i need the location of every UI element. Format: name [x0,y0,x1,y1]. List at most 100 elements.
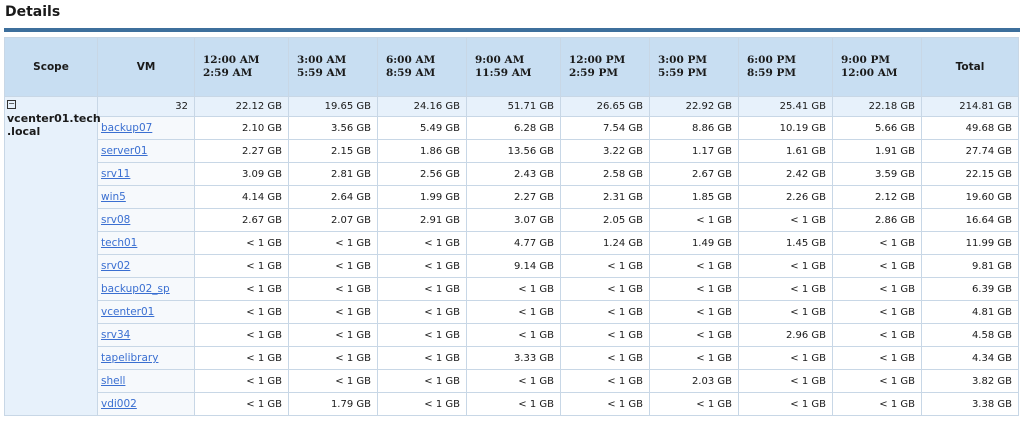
usage-value: < 1 GB [738,277,833,301]
usage-value: < 1 GB [560,277,650,301]
time-range-end: 8:59 AM [386,67,436,79]
table-header-row: Scope VM 12:00 AM 2:59 AM 3:00 AM 5:59 AM 6:… [4,37,1019,97]
vm-link[interactable]: vcenter01 [101,306,154,318]
time-range-end: 11:59 AM [475,67,532,79]
table-row: tapelibrary < 1 GB < 1 GB < 1 GB 3.33 GB < 1 … [5,346,1019,370]
vm-link[interactable]: backup02_sp [101,283,170,295]
usage-value: < 1 GB [560,254,650,278]
table-row: vdi002 < 1 GB 1.79 GB < 1 GB < 1 GB < 1 GB < 1… [5,392,1019,416]
summary-value: 24.16 GB [377,96,467,117]
vm-link[interactable]: tech01 [101,237,137,249]
vm-link[interactable]: srv02 [101,260,130,272]
usage-value: 8.86 GB [649,116,739,140]
usage-value: < 1 GB [738,392,833,416]
table-row: srv08 2.67 GB 2.07 GB 2.91 GB 3.07 GB 2.05 GB… [5,208,1019,232]
vm-link[interactable]: server01 [101,145,148,157]
time-range-start: 12:00 PM [569,54,626,66]
usage-value: 2.56 GB [377,162,467,186]
collapse-toggle-icon[interactable]: − [7,100,16,109]
usage-value: 4.77 GB [466,231,561,255]
time-range-start: 3:00 AM [297,54,347,66]
time-range-end: 5:59 AM [297,67,347,79]
scope-cell: − vcenter01.tech .local [4,96,101,416]
column-header-vm[interactable]: VM [97,37,195,97]
column-header-time-4[interactable]: 12:00 PM 2:59 PM [560,37,650,97]
row-total: 27.74 GB [921,139,1019,163]
usage-value: < 1 GB [649,392,739,416]
row-total: 4.34 GB [921,346,1019,370]
row-total: 11.99 GB [921,231,1019,255]
column-header-time-3[interactable]: 9:00 AM 11:59 AM [466,37,561,97]
table-row: win5 4.14 GB 2.64 GB 1.99 GB 2.27 GB 2.31 GB 1… [5,185,1019,209]
title-divider [4,28,1020,32]
usage-value: 1.49 GB [649,231,739,255]
usage-value: 2.07 GB [288,208,378,232]
vm-cell: tech01 [97,231,195,255]
usage-value: < 1 GB [194,392,289,416]
usage-value: < 1 GB [288,254,378,278]
usage-value: < 1 GB [377,323,467,347]
summary-total: 214.81 GB [921,96,1019,117]
usage-value: < 1 GB [832,277,922,301]
table-row: srv34 < 1 GB < 1 GB < 1 GB < 1 GB < 1 GB < 1 G… [5,323,1019,347]
usage-value: < 1 GB [649,277,739,301]
usage-value: < 1 GB [832,300,922,324]
usage-value: < 1 GB [288,300,378,324]
usage-value: < 1 GB [466,323,561,347]
vm-link[interactable]: shell [101,375,125,387]
vm-link[interactable]: srv34 [101,329,130,341]
usage-value: < 1 GB [377,277,467,301]
vm-link[interactable]: srv11 [101,168,130,180]
usage-value: < 1 GB [560,300,650,324]
usage-value: < 1 GB [194,300,289,324]
summary-value: 25.41 GB [738,96,833,117]
time-range-start: 3:00 PM [658,54,707,66]
vm-link[interactable]: backup07 [101,122,152,134]
time-range-end: 2:59 PM [569,67,618,79]
usage-value: < 1 GB [560,323,650,347]
usage-value: < 1 GB [377,300,467,324]
usage-value: < 1 GB [560,346,650,370]
vm-link[interactable]: tapelibrary [101,352,158,364]
usage-value: 2.42 GB [738,162,833,186]
usage-value: 5.66 GB [832,116,922,140]
usage-value: 2.96 GB [738,323,833,347]
usage-value: 2.91 GB [377,208,467,232]
usage-value: < 1 GB [288,277,378,301]
usage-value: < 1 GB [832,346,922,370]
time-range-end: 2:59 AM [203,67,253,79]
row-total: 6.39 GB [921,277,1019,301]
usage-value: < 1 GB [194,254,289,278]
usage-value: < 1 GB [832,323,922,347]
usage-value: < 1 GB [738,254,833,278]
column-header-time-2[interactable]: 6:00 AM 8:59 AM [377,37,467,97]
usage-value: < 1 GB [377,254,467,278]
vm-link[interactable]: vdi002 [101,398,137,410]
row-total: 22.15 GB [921,162,1019,186]
column-header-time-1[interactable]: 3:00 AM 5:59 AM [288,37,378,97]
column-header-time-0[interactable]: 12:00 AM 2:59 AM [194,37,289,97]
usage-value: 2.27 GB [194,139,289,163]
usage-value: < 1 GB [649,208,739,232]
time-range-end: 12:00 AM [841,67,898,79]
usage-value: 5.49 GB [377,116,467,140]
usage-value: < 1 GB [194,346,289,370]
table-row: srv11 3.09 GB 2.81 GB 2.56 GB 2.43 GB 2.58 GB… [5,162,1019,186]
vm-link[interactable]: win5 [101,191,126,203]
usage-value: 2.58 GB [560,162,650,186]
usage-value: 13.56 GB [466,139,561,163]
vm-cell: win5 [97,185,195,209]
usage-value: 9.14 GB [466,254,561,278]
row-total: 19.60 GB [921,185,1019,209]
usage-value: 2.15 GB [288,139,378,163]
column-header-time-6[interactable]: 6:00 PM 8:59 PM [738,37,833,97]
vm-link[interactable]: srv08 [101,214,130,226]
time-range-start: 12:00 AM [203,54,260,66]
usage-value: 1.45 GB [738,231,833,255]
column-header-time-7[interactable]: 9:00 PM 12:00 AM [832,37,922,97]
column-header-scope[interactable]: Scope [4,37,98,97]
summary-value: 51.71 GB [466,96,561,117]
column-header-total[interactable]: Total [921,37,1019,97]
usage-value: < 1 GB [288,323,378,347]
column-header-time-5[interactable]: 3:00 PM 5:59 PM [649,37,739,97]
